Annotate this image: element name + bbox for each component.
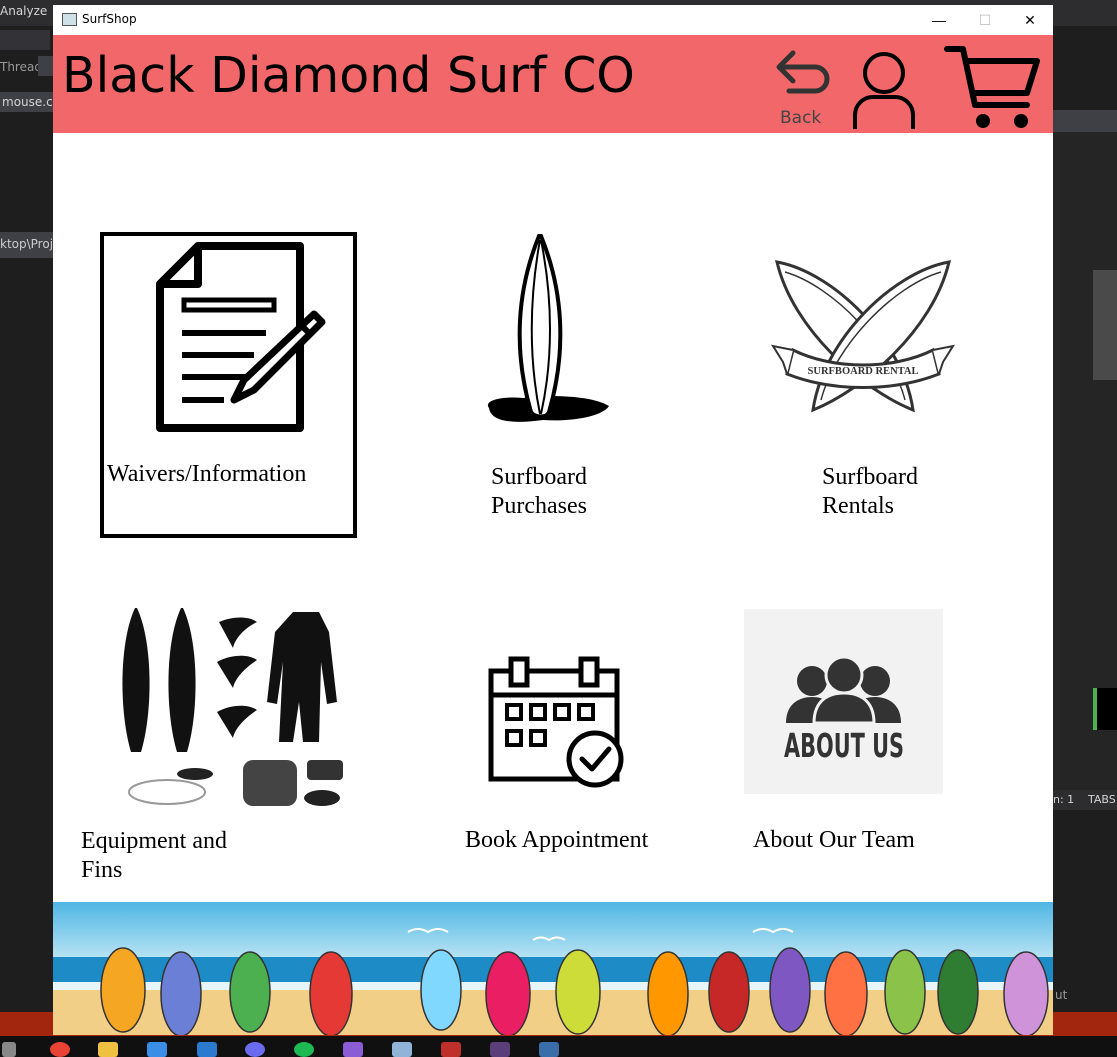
waivers-label: Waivers/Information (107, 460, 306, 489)
back-arrow-icon (776, 50, 830, 94)
purchases-label-line1: Surfboard (491, 464, 587, 490)
equipment-label: Equipment and Fins (81, 827, 227, 885)
file-explorer-icon[interactable] (98, 1042, 118, 1057)
rental-badge-text: SURFBOARD RENTAL (808, 366, 919, 377)
about-us-icon: ABOUT US (744, 609, 943, 794)
about-badge-text: ABOUT US (784, 726, 904, 765)
task-view-icon[interactable] (2, 1042, 16, 1057)
equipment-label-line1: Equipment and (81, 828, 227, 854)
messenger-icon[interactable] (245, 1042, 265, 1057)
ide-right-dropdown[interactable] (1053, 110, 1117, 132)
maximize-button[interactable]: ☐ (962, 5, 1008, 35)
ide-change-marker (1093, 688, 1097, 730)
surfboard-icon (487, 234, 609, 422)
window-titlebar[interactable]: SurfShop — ☐ ✕ (53, 5, 1053, 35)
rentals-label: Surfboard Rentals (822, 463, 993, 521)
chrome-icon[interactable] (50, 1042, 70, 1057)
about-label-line1: About Our Team (753, 827, 915, 853)
surfboard-row (100, 947, 1049, 1035)
ide-menu-analyze[interactable]: Analyze (0, 4, 47, 18)
app-window-icon (62, 13, 77, 26)
surfshop-task-icon[interactable] (539, 1042, 559, 1057)
ide-file-tab[interactable]: mouse.cpp (0, 92, 68, 112)
book-appointment-tile[interactable]: Book Appointment (453, 655, 673, 855)
calendar-check-icon (488, 656, 624, 788)
about-label: About Our Team (753, 826, 915, 855)
cart-button[interactable] (943, 43, 1041, 133)
account-button[interactable] (849, 45, 919, 130)
purchases-label: Surfboard Purchases (491, 463, 587, 521)
ide-status-tabs[interactable]: TABS (1088, 793, 1116, 806)
spotify-icon[interactable] (294, 1042, 314, 1057)
surfboard-rentals-tile[interactable]: SURFBOARD RENTAL Surfboard Rentals (763, 250, 993, 519)
ide-dropdown[interactable] (0, 30, 50, 50)
appointment-label-line1: Book Appointment (465, 827, 649, 853)
appointment-label: Book Appointment (465, 826, 648, 855)
waivers-tile[interactable]: Waivers/Information (100, 232, 357, 538)
surfboard-rental-icon: SURFBOARD RENTAL (770, 260, 956, 413)
surfshop-window: SurfShop — ☐ ✕ Black Diamond Surf CO Bac… (53, 5, 1053, 1035)
terminal-icon[interactable] (490, 1042, 510, 1057)
store-icon[interactable] (147, 1042, 167, 1057)
ide-path: ktop\Proje (0, 232, 60, 258)
app-icon-pen[interactable] (392, 1042, 412, 1057)
brand-title: Black Diamond Surf CO (62, 47, 635, 104)
close-icon: ✕ (1024, 11, 1036, 28)
equipment-label-line2: Fins (81, 857, 123, 883)
about-team-tile[interactable]: ABOUT US About Our Team (744, 609, 984, 859)
user-icon (853, 52, 915, 129)
document-pencil-icon (156, 242, 326, 432)
maximize-icon: ☐ (978, 11, 992, 28)
cart-icon (944, 46, 1040, 128)
ide-scroll-thumb[interactable] (1093, 270, 1117, 380)
surfboard-purchases-tile[interactable]: Surfboard Purchases (443, 230, 663, 530)
equipment-tile[interactable]: Equipment and Fins (73, 602, 363, 884)
ide-output-text: ut (1055, 988, 1068, 1002)
purchases-label-line2: Purchases (491, 493, 587, 519)
mcafee-icon[interactable] (441, 1042, 461, 1057)
beach-banner (53, 902, 1053, 1035)
ide-status-col: n: 1 (1053, 793, 1075, 806)
ide-path-text: ktop\Proje (0, 237, 61, 251)
window-title: SurfShop (82, 12, 137, 26)
app-header: Black Diamond Surf CO Back (53, 35, 1053, 133)
minimize-icon: — (932, 12, 946, 28)
visual-studio-icon[interactable] (343, 1042, 363, 1057)
ide-thread-select[interactable] (38, 56, 53, 76)
waivers-label-line1: Waivers/Information (107, 461, 307, 487)
rentals-label-line1: Surfboard Rentals (822, 464, 918, 519)
back-label: Back (780, 108, 822, 128)
ide-statusbar: n: 1 TABS (1053, 790, 1117, 810)
mail-icon[interactable] (197, 1042, 217, 1057)
close-button[interactable]: ✕ (1007, 5, 1053, 35)
minimize-button[interactable]: — (916, 5, 962, 35)
surf-equipment-icon (107, 602, 363, 807)
